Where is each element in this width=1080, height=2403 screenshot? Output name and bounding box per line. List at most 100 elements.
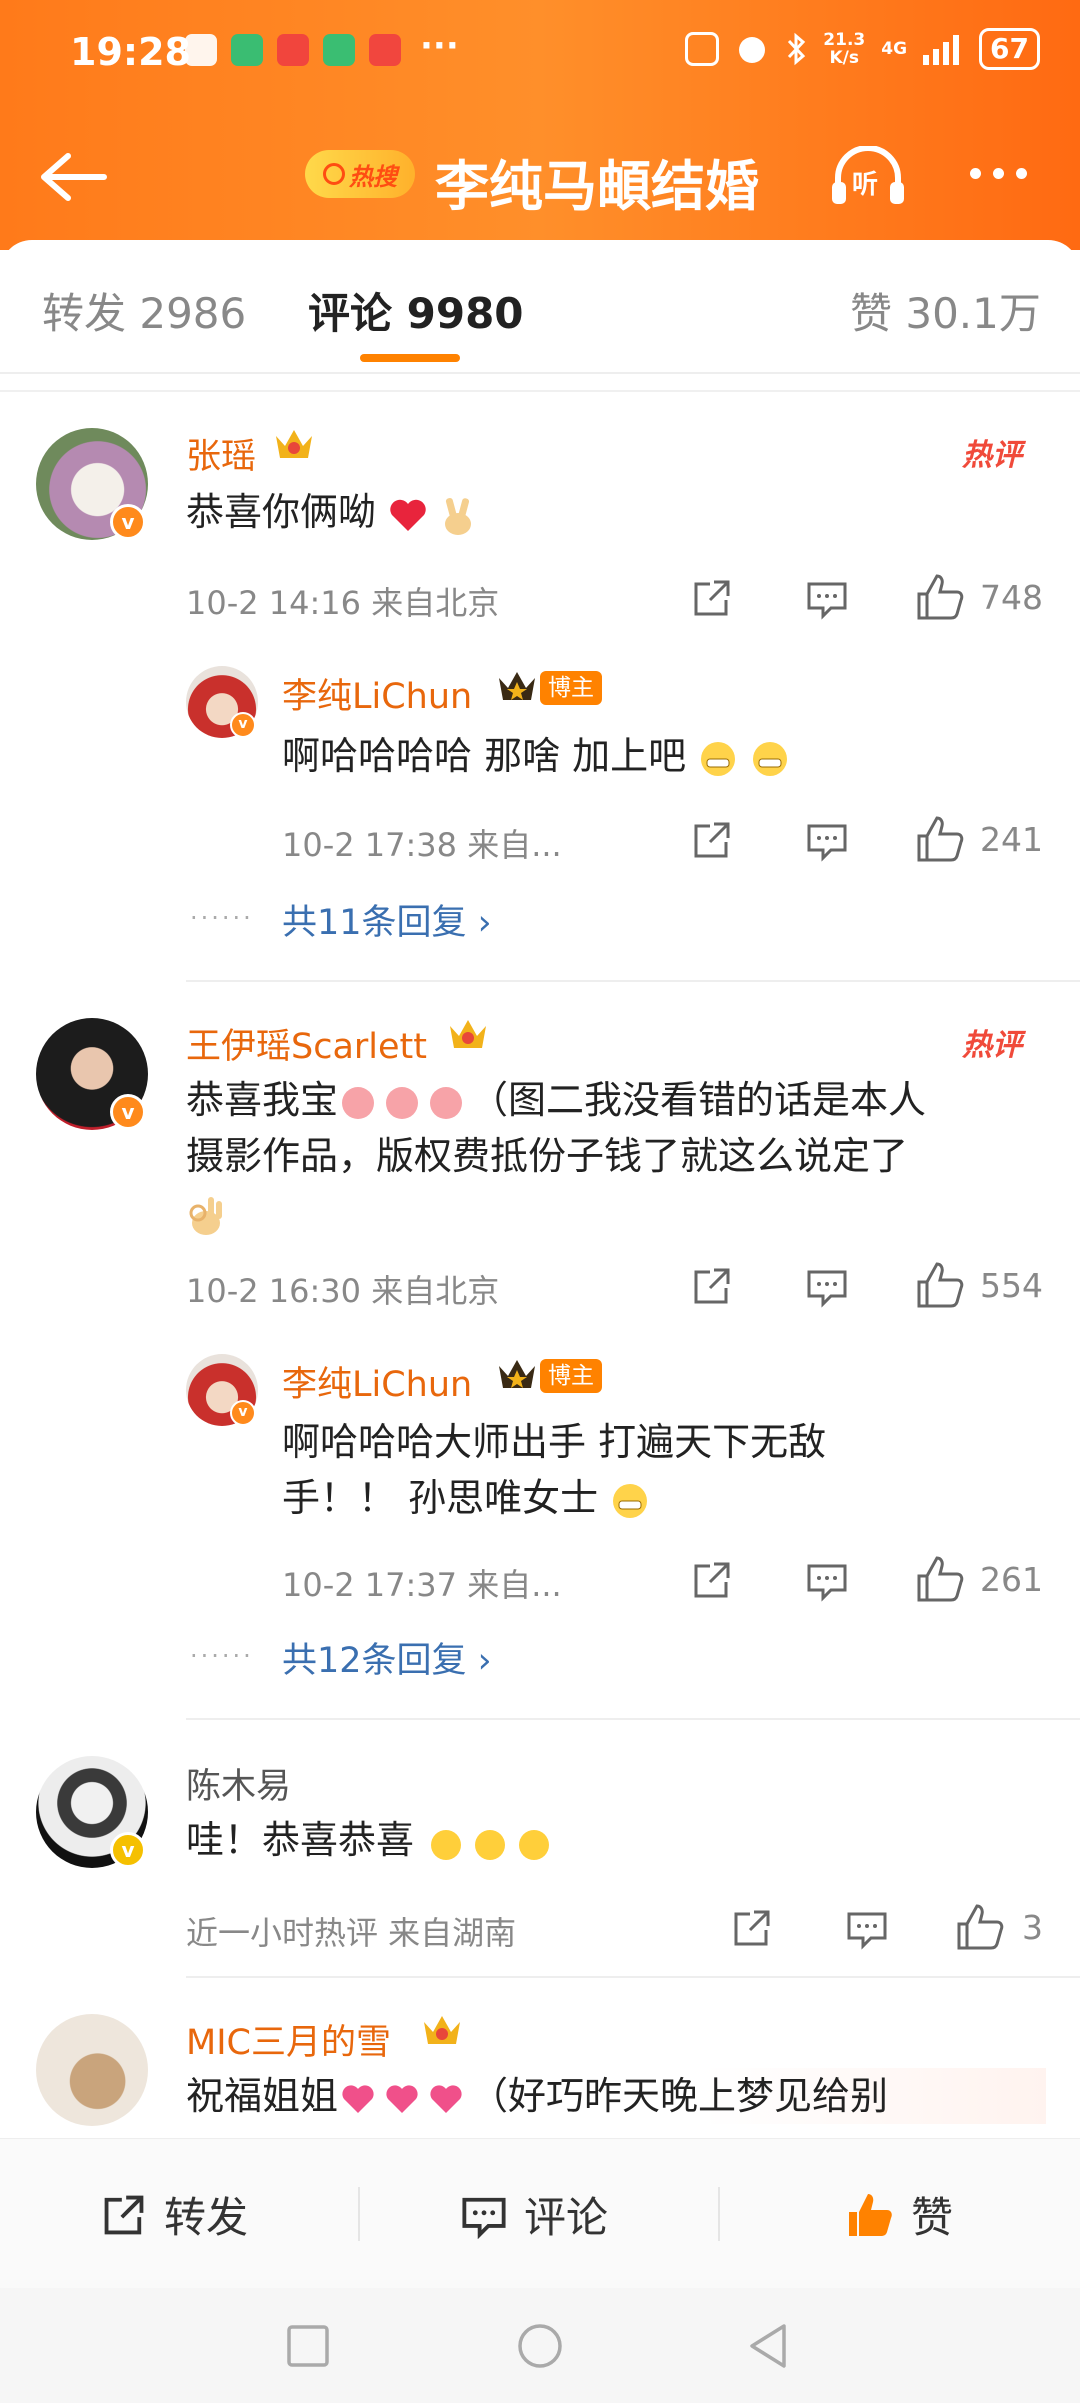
comment-icon[interactable] [845,1906,889,1950]
repost-icon[interactable] [690,818,734,862]
repost-icon[interactable] [690,1264,734,1308]
grin-emoji-icon [613,1483,648,1518]
repost-icon [104,2195,144,2234]
tab-repost[interactable]: 转发 2986 [42,280,246,341]
comment-icon[interactable] [805,1264,849,1308]
comment-username[interactable]: MIC三月的雪 [186,2014,391,2065]
reply-username[interactable]: 李纯LiChun [282,668,472,719]
comment-text: 哇！恭喜恭喜 [186,1812,558,1868]
tabs-divider [0,390,1080,392]
comment-divider [186,1718,1080,1720]
repost-button[interactable]: 转发 [100,2184,248,2245]
network-speed: 21.3 K/s [823,30,866,68]
app-notification-icon [277,34,309,66]
crown-icon [499,1360,535,1388]
grin-emoji-icon [753,741,788,776]
comment-meta: 10-2 14:16 来自北京 [186,584,500,622]
comment-text: 恭喜你俩呦 [186,484,476,540]
heart-emoji-icon [342,2084,462,2113]
repost-label: 转发 [164,2193,249,2242]
comment-icon[interactable] [805,576,849,620]
tabs-divider [0,372,1080,374]
app-notification-icon [369,34,401,66]
reply-meta: 10-2 17:38 来自... [282,826,562,864]
home-icon[interactable] [516,2322,564,2370]
more-replies-link[interactable]: 共12条回复 › [282,1632,492,1683]
bar-separator [718,2187,720,2241]
search-icon [323,163,345,185]
like-icon[interactable] [915,1554,965,1604]
crown-icon [499,672,535,700]
verified-badge-icon: v [110,504,146,540]
victory-hand-emoji-icon [445,497,472,535]
crown-icon [450,1020,486,1048]
avatar[interactable] [36,2014,148,2126]
like-count: 261 [980,1560,1043,1599]
cheer-emoji-icon [431,1829,550,1860]
app-notification-icon [323,34,355,66]
hot-comment-tag: 热评 [962,1028,1022,1063]
reply-dots: ······ [190,1642,254,1670]
comment-username[interactable]: 王伊瑶Scarlett [186,1018,427,1069]
bar-separator [358,2187,360,2241]
more-options-icon[interactable] [970,168,1027,179]
like-icon[interactable] [915,814,965,864]
comment-meta: 10-2 16:30 来自北京 [186,1272,500,1310]
reply-text: 啊哈哈哈哈 那啥 加上吧 [282,728,790,784]
comment-username[interactable]: 陈木易 [186,1758,291,1809]
author-badge: 博主 [540,1359,602,1393]
status-time: 19:28 [70,30,191,74]
comment-text: 恭喜我宝 （图二我没看错的话是本人 摄影作品，版权费抵份子钱了就这么说定了 [186,1072,1056,1240]
like-button[interactable]: 赞 [845,2184,953,2245]
active-tab-indicator [360,354,460,362]
comment-divider [186,980,1080,982]
bottom-action-bar: 转发 评论 赞 [0,2138,1080,2288]
verified-badge-icon: v [110,1094,146,1130]
like-count: 554 [980,1266,1043,1305]
crown-icon [424,2016,460,2044]
comment-button[interactable]: 评论 [460,2184,608,2245]
grin-emoji-icon [701,741,736,776]
comment-divider [186,1976,1080,1978]
app-notification-icon [185,34,217,66]
recent-apps-icon[interactable] [286,2324,330,2368]
back-icon[interactable] [746,2322,790,2370]
page-title: 李纯马頔结婚 [435,155,759,218]
hot-search-badge[interactable]: 热搜 [305,150,415,198]
crown-icon [276,430,312,458]
tab-like[interactable]: 赞 30.1万 [850,280,1041,341]
hot-search-label: 热搜 [349,162,397,191]
listen-button[interactable]: 听 [828,145,908,206]
like-label: 赞 [911,2193,954,2242]
reply-username[interactable]: 李纯LiChun [282,1356,472,1407]
like-icon[interactable] [915,572,965,622]
notification-icons [185,34,401,66]
system-navigation-bar [0,2288,1080,2403]
reply-meta: 10-2 17:37 来自... [282,1566,562,1604]
verified-badge-icon: v [230,712,256,738]
signal-icon [923,35,960,65]
more-replies-link[interactable]: 共11条回复 › [282,894,492,945]
repost-icon[interactable] [730,1906,774,1950]
like-count: 3 [1022,1908,1043,1947]
tab-comment[interactable]: 评论 9980 [308,280,524,341]
more-notifications-icon: ··· [420,26,459,66]
comment-text: 祝福姐姐 （好巧昨天晚上梦见给别 [186,2068,1046,2124]
reply-text: 啊哈哈哈大师出手 打遍天下无敌 手！！ 孙思唯女士 [282,1420,827,1520]
comment-label: 评论 [524,2193,609,2242]
like-icon[interactable] [915,1260,965,1310]
heart-emoji-icon [390,499,426,531]
back-arrow-icon[interactable] [38,152,108,202]
comment-username[interactable]: 张瑶 [186,428,256,479]
bluetooth-icon [788,32,806,66]
comment-icon[interactable] [805,818,849,862]
repost-icon[interactable] [690,1558,734,1602]
like-icon[interactable] [955,1902,1005,1952]
repost-icon[interactable] [690,576,734,620]
ok-hand-emoji-icon [189,1196,222,1235]
comment-icon[interactable] [805,1558,849,1602]
status-bar: 19:28 ··· 21.3 K/s 4G 67 [0,0,1080,110]
nfc-icon [685,32,720,66]
comment-icon [462,2197,506,2239]
battery-indicator: 67 [979,28,1040,70]
